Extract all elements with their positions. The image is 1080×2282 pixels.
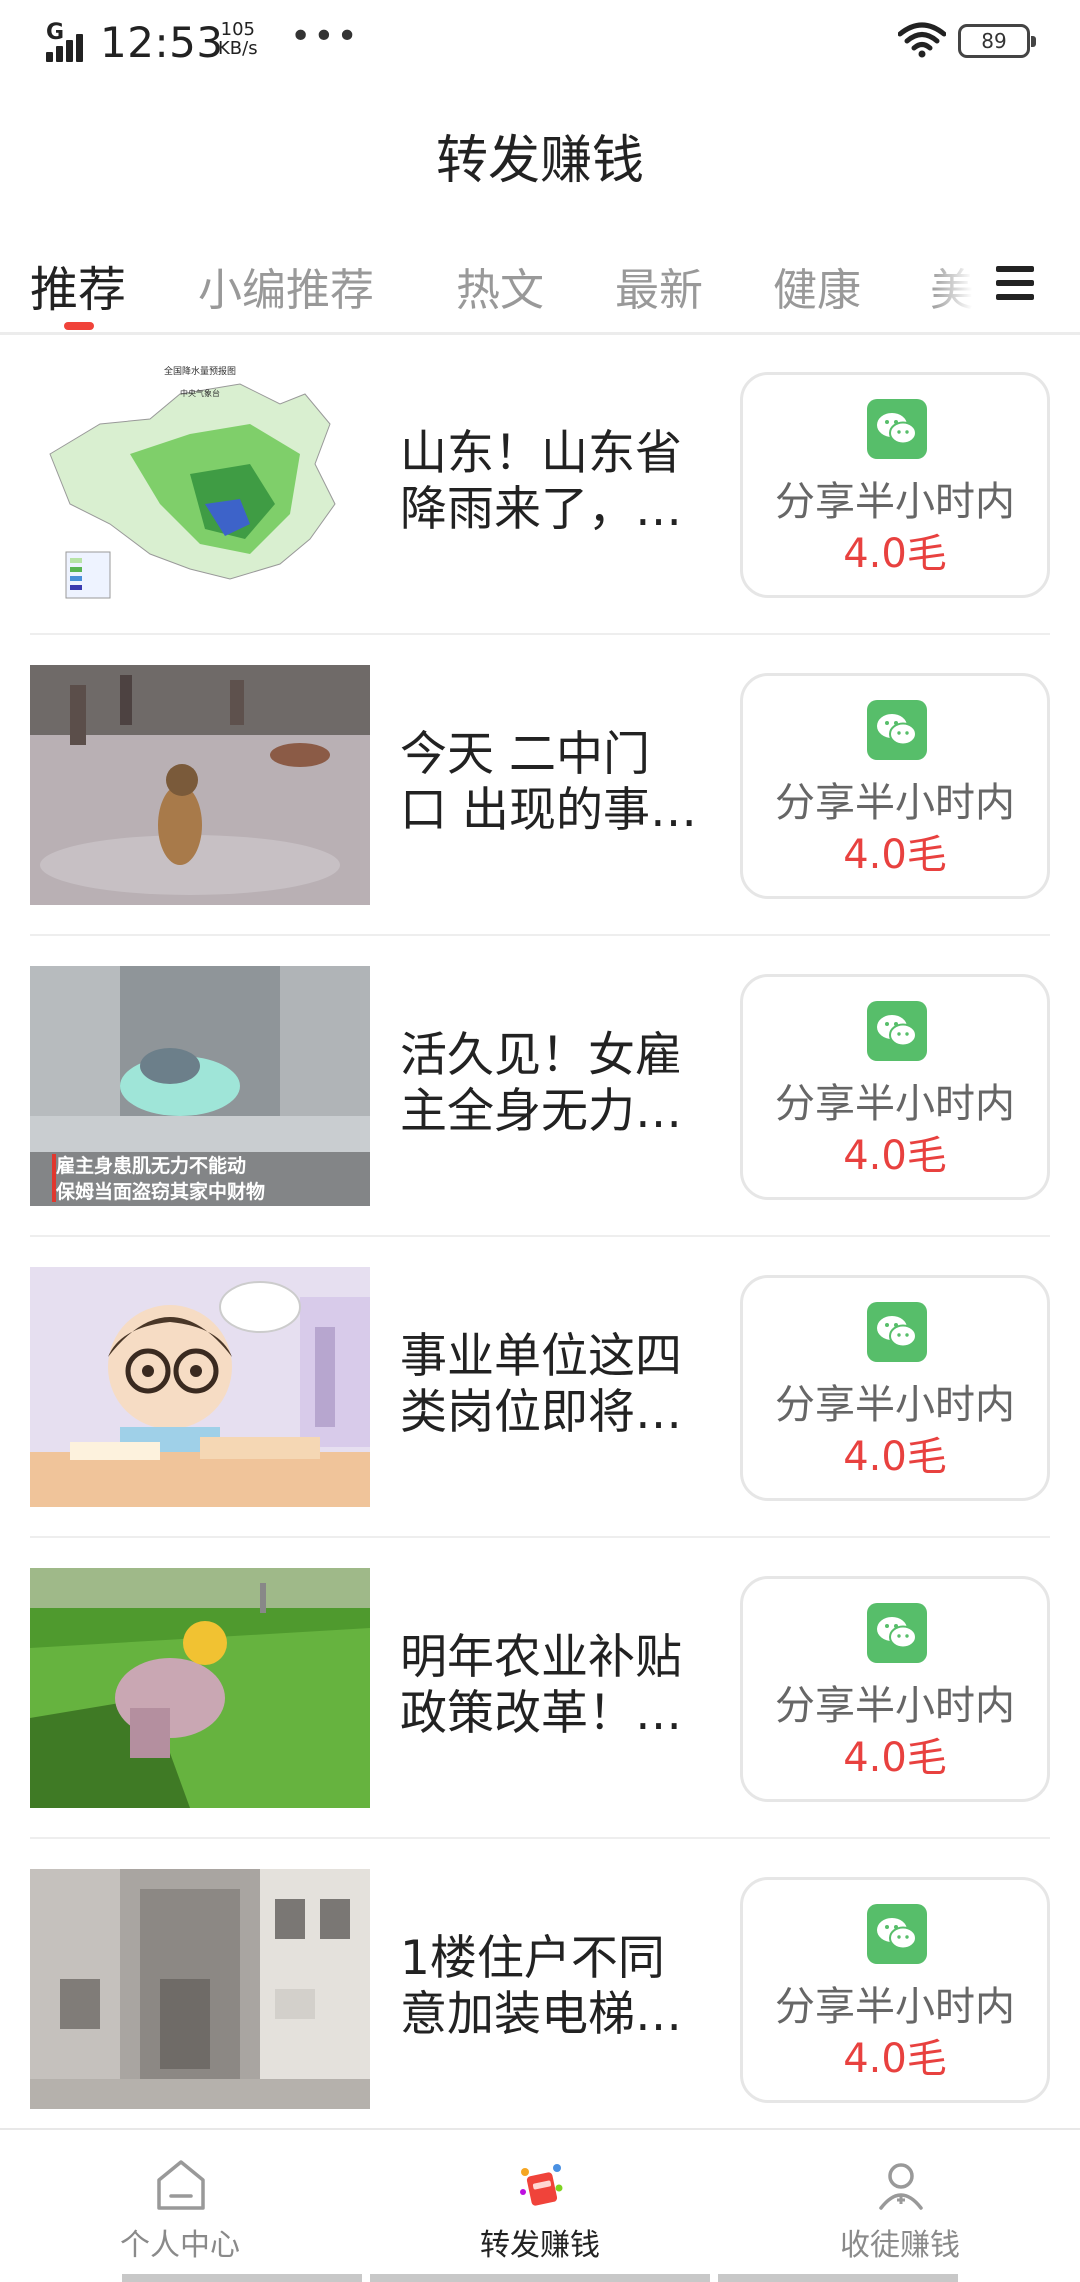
- battery-icon: 89: [958, 24, 1036, 58]
- list-item[interactable]: 1楼住户不同 意加装电梯… 分享半小时内 4.0毛: [0, 1839, 1080, 2140]
- wechat-share-button[interactable]: 分享半小时内 4.0毛: [740, 1877, 1050, 2103]
- article-title[interactable]: 1楼住户不同 意加装电梯…: [400, 1931, 702, 2043]
- share-label: 分享半小时内: [775, 1683, 1015, 1729]
- svg-text:中央气象台: 中央气象台: [180, 388, 220, 398]
- article-thumbnail: [30, 665, 370, 905]
- speed-value: 105: [220, 19, 255, 40]
- tab-health[interactable]: 健康: [773, 254, 861, 318]
- nav-recruit-earn[interactable]: 收徒赚钱: [720, 2130, 1080, 2270]
- article-thumbnail: 全国降水量预报图 中央气象台: [30, 364, 370, 604]
- article-title[interactable]: 事业单位这四 类岗位即将…: [400, 1329, 702, 1441]
- svg-text:全国降水量预报图: 全国降水量预报图: [164, 365, 236, 377]
- wechat-share-button[interactable]: 分享半小时内 4.0毛: [740, 974, 1050, 1200]
- share-money-icon: [520, 2164, 563, 2206]
- share-label: 分享半小时内: [775, 479, 1015, 525]
- list-item[interactable]: 明年农业补贴 政策改革！… 分享半小时内 4.0毛: [0, 1538, 1080, 1839]
- wechat-share-button[interactable]: 分享半小时内 4.0毛: [740, 1275, 1050, 1501]
- wechat-icon: [867, 1001, 927, 1061]
- status-bar: G 12:53 105 KB/s ••• 89: [0, 0, 1080, 86]
- reward-amount: 4.0毛: [843, 1735, 947, 1781]
- nav-label: 收徒赚钱: [840, 2228, 960, 2263]
- svg-text:雇主身患肌无力不能动: 雇主身患肌无力不能动: [56, 1154, 246, 1177]
- clock: 12:53: [100, 18, 224, 67]
- article-thumbnail: [30, 1267, 370, 1507]
- tab-latest[interactable]: 最新: [615, 254, 703, 318]
- wechat-icon: [867, 1904, 927, 1964]
- reward-amount: 4.0毛: [843, 1133, 947, 1179]
- nav-share-earn[interactable]: 转发赚钱: [360, 2130, 720, 2270]
- network-speed: 105 KB/s: [218, 20, 258, 58]
- bottom-navigation: 个人中心 转发赚钱 收徒赚钱: [0, 2128, 1080, 2282]
- article-title[interactable]: 今天 二中门 口 出现的事…: [400, 727, 702, 839]
- menu-icon[interactable]: [996, 266, 1036, 302]
- svg-text:保姆当面盗窃其家中财物: 保姆当面盗窃其家中财物: [55, 1180, 265, 1203]
- speed-unit: KB/s: [218, 38, 258, 59]
- article-title[interactable]: 活久见！女雇 主全身无力…: [400, 1028, 702, 1140]
- article-thumbnail: [30, 1869, 370, 2109]
- reward-amount: 4.0毛: [843, 531, 947, 577]
- user-add-icon: [879, 2163, 923, 2210]
- tab-hot[interactable]: 热文: [456, 254, 544, 318]
- nav-personal-center[interactable]: 个人中心: [0, 2130, 360, 2270]
- page-title: 转发赚钱: [435, 131, 644, 191]
- article-thumbnail: 雇主身患肌无力不能动 保姆当面盗窃其家中财物: [30, 966, 370, 1206]
- category-tabs: 推荐 小编推荐 热文 最新 健康 美: [0, 240, 1080, 336]
- network-type: G: [46, 20, 65, 45]
- home-icon: [157, 2160, 205, 2210]
- list-item[interactable]: 今天 二中门 口 出现的事… 分享半小时内 4.0毛: [0, 635, 1080, 936]
- list-item[interactable]: 雇主身患肌无力不能动 保姆当面盗窃其家中财物 活久见！女雇 主全身无力… 分享半…: [0, 936, 1080, 1237]
- list-item[interactable]: 事业单位这四 类岗位即将… 分享半小时内 4.0毛: [0, 1237, 1080, 1538]
- wechat-share-button[interactable]: 分享半小时内 4.0毛: [740, 1576, 1050, 1802]
- wechat-icon: [867, 399, 927, 459]
- article-thumbnail: [30, 1568, 370, 1808]
- share-label: 分享半小时内: [775, 1081, 1015, 1127]
- tab-active-indicator: [64, 322, 94, 330]
- list-item[interactable]: 全国降水量预报图 中央气象台 山东！山东省 降雨来了，… 分享半小时内 4.0毛: [0, 334, 1080, 635]
- wifi-icon: [898, 22, 946, 58]
- reward-amount: 4.0毛: [843, 1434, 947, 1480]
- share-label: 分享半小时内: [775, 780, 1015, 826]
- nav-label: 转发赚钱: [480, 2228, 600, 2263]
- wechat-icon: [867, 1302, 927, 1362]
- wechat-share-button[interactable]: 分享半小时内 4.0毛: [740, 372, 1050, 598]
- more-notifications-icon: •••: [290, 16, 360, 57]
- nav-label: 个人中心: [120, 2228, 240, 2263]
- article-title[interactable]: 明年农业补贴 政策改革！…: [400, 1630, 702, 1742]
- share-label: 分享半小时内: [775, 1382, 1015, 1428]
- tab-recommend[interactable]: 推荐: [30, 250, 126, 320]
- share-label: 分享半小时内: [775, 1984, 1015, 2030]
- tab-editor-picks[interactable]: 小编推荐: [198, 254, 374, 318]
- wechat-share-button[interactable]: 分享半小时内 4.0毛: [740, 673, 1050, 899]
- article-title[interactable]: 山东！山东省 降雨来了，…: [400, 426, 702, 538]
- reward-amount: 4.0毛: [843, 2036, 947, 2082]
- reward-amount: 4.0毛: [843, 832, 947, 878]
- wechat-icon: [867, 700, 927, 760]
- signal-icon: G: [46, 20, 92, 62]
- wechat-icon: [867, 1603, 927, 1663]
